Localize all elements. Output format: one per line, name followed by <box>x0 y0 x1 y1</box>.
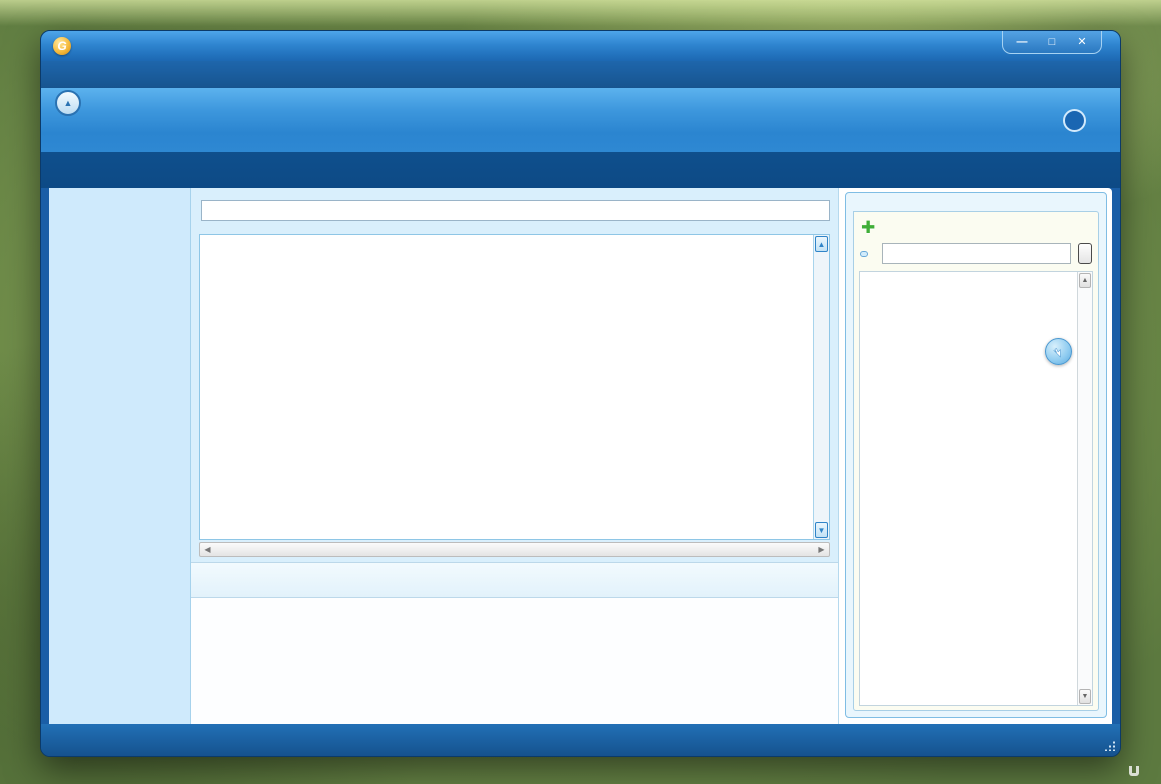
content-area: ▲ ▼ ◀ ▶ ✚ <box>49 188 1112 724</box>
report-links <box>191 598 838 724</box>
scroll-left-icon[interactable]: ◀ <box>200 543 215 556</box>
watermark-logo-icon <box>1129 766 1139 776</box>
filter-by-name-button[interactable] <box>860 251 868 257</box>
title-bar: G —□✕ <box>41 31 1120 61</box>
sidebar <box>49 188 191 724</box>
toolbar-collapse-button[interactable]: ▲ <box>55 90 81 116</box>
minimize-button[interactable]: — <box>1009 33 1035 50</box>
scroll-down-icon[interactable]: ▼ <box>815 522 828 538</box>
app-logo-icon: G <box>53 37 71 55</box>
picker-body: ✚ ▲ ▼ <box>853 211 1099 711</box>
totals-row <box>191 221 838 234</box>
employee-search-input[interactable] <box>882 243 1071 264</box>
status-bar <box>41 724 1120 756</box>
watermark <box>1129 766 1145 776</box>
note-input[interactable] <box>201 200 830 221</box>
scroll-right-icon[interactable]: ▶ <box>814 543 829 556</box>
desktop-background: G —□✕ ▲ <box>0 0 1161 784</box>
maximize-button[interactable]: □ <box>1039 33 1065 50</box>
items-table: ▲ ▼ <box>199 234 830 540</box>
close-button[interactable]: ✕ <box>1069 33 1095 50</box>
main-tab-strip <box>41 152 1120 188</box>
resize-grip[interactable] <box>1105 741 1115 751</box>
scroll-down-icon[interactable]: ▼ <box>1079 689 1091 704</box>
items-table-vertical-scrollbar[interactable]: ▲ ▼ <box>813 235 829 539</box>
menu-bar <box>41 61 1120 88</box>
help-icon[interactable] <box>1063 109 1086 132</box>
picker-panel: ✚ ▲ ▼ <box>845 192 1107 718</box>
add-icon: ✚ <box>861 219 875 236</box>
add-row[interactable]: ✚ <box>859 217 1093 243</box>
scroll-up-icon[interactable]: ▲ <box>815 236 828 252</box>
window-controls: —□✕ <box>1002 31 1102 54</box>
items-table-horizontal-scrollbar[interactable]: ◀ ▶ <box>199 542 830 557</box>
form-row-note <box>191 194 838 221</box>
action-button-row <box>191 562 838 598</box>
toolbar: ▲ <box>41 88 1120 152</box>
employee-table: ▲ ▼ <box>859 271 1093 706</box>
scroll-up-icon[interactable]: ▲ <box>1079 273 1091 288</box>
toolbar-right <box>1063 109 1104 132</box>
search-button[interactable] <box>1078 243 1092 264</box>
filter-row <box>859 243 1093 271</box>
cursor-icon <box>1045 338 1072 365</box>
document-form-area: ▲ ▼ ◀ ▶ <box>191 188 839 724</box>
employee-table-scrollbar[interactable]: ▲ ▼ <box>1077 272 1092 705</box>
app-window: G —□✕ ▲ <box>40 30 1121 757</box>
